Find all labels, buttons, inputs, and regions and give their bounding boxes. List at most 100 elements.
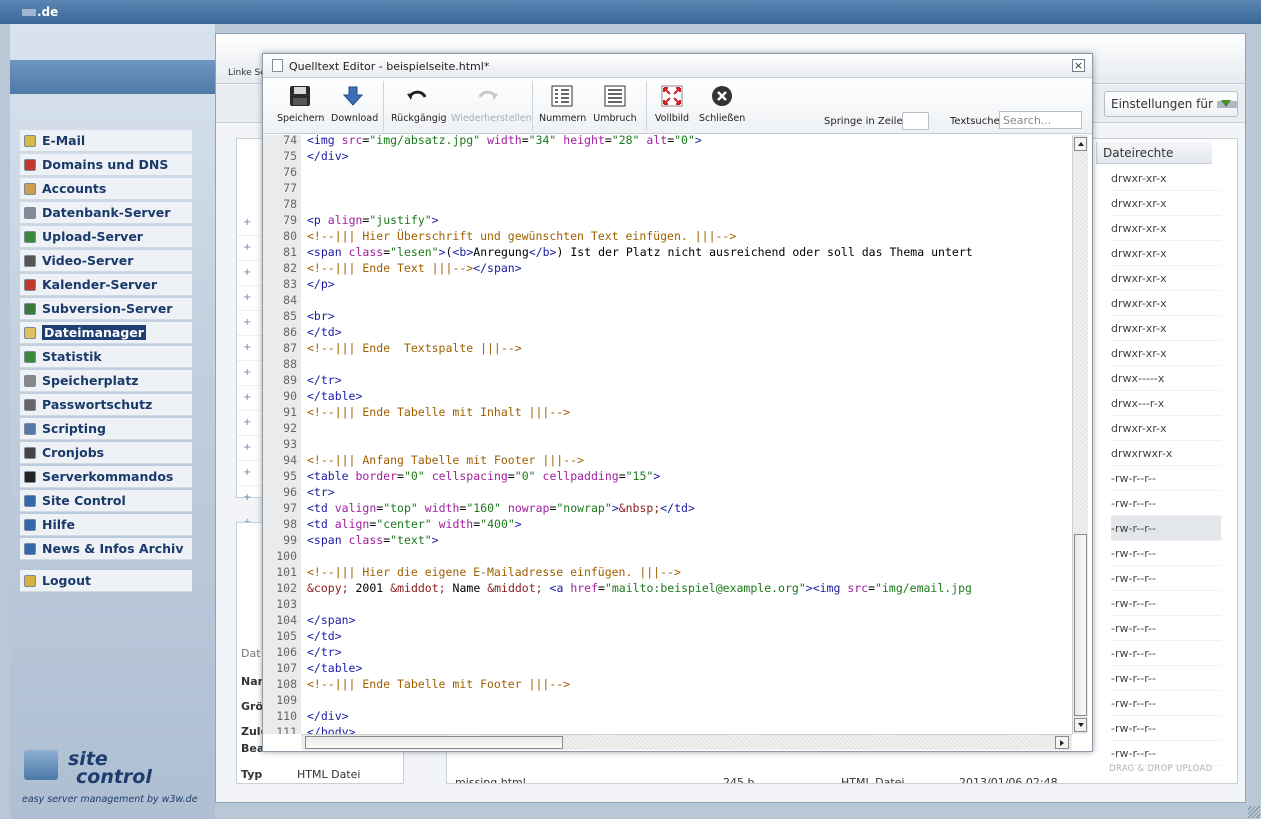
scroll-up-button[interactable]: [1074, 137, 1087, 151]
code-line[interactable]: 97 <td valign="top" width="160" nowrap="n…: [263, 500, 1072, 516]
file-permission[interactable]: drwxr-xr-x: [1111, 291, 1221, 316]
editor-titlebar[interactable]: Quelltext Editor - beispielseite.html* ×: [263, 54, 1092, 78]
sidebar-item-subversion-server[interactable]: Subversion-Server: [20, 298, 192, 320]
file-permission[interactable]: drwxr-xr-x: [1111, 166, 1221, 191]
code-line[interactable]: 103: [263, 596, 1072, 612]
code-line[interactable]: 109: [263, 692, 1072, 708]
file-permission[interactable]: drwxr-xr-x: [1111, 341, 1221, 366]
sidebar-item-datenbank-server[interactable]: Datenbank-Server: [20, 202, 192, 224]
scroll-right-button[interactable]: [1055, 736, 1069, 749]
code-line[interactable]: 75 </div>: [263, 148, 1072, 164]
file-permission[interactable]: drwxr-xr-x: [1111, 416, 1221, 441]
file-permission[interactable]: -rw-r--r--: [1111, 616, 1221, 641]
file-permission[interactable]: drwxr-xr-x: [1111, 316, 1221, 341]
code-line[interactable]: 74 <img src="img/absatz.jpg" width="34" h…: [263, 135, 1072, 148]
scroll-down-button[interactable]: [1074, 718, 1087, 732]
horizontal-scrollbar[interactable]: [301, 734, 1072, 750]
code-line[interactable]: 93: [263, 436, 1072, 452]
undo-button[interactable]: Rückgängig: [391, 85, 447, 124]
left-side-button-label[interactable]: Linke Se: [228, 68, 266, 78]
sidebar-item-serverkommandos[interactable]: Serverkommandos: [20, 466, 192, 488]
file-permission[interactable]: drwx-----x: [1111, 366, 1221, 391]
code-line[interactable]: 101 <!--||| Hier die eigene E-Mailadresse…: [263, 564, 1072, 580]
vertical-scroll-thumb[interactable]: [1074, 534, 1087, 716]
vertical-scrollbar[interactable]: [1072, 135, 1088, 734]
code-editor[interactable]: 74 <img src="img/absatz.jpg" width="34" h…: [263, 135, 1072, 734]
code-line[interactable]: 85 <br>: [263, 308, 1072, 324]
sidebar-item-cronjobs[interactable]: Cronjobs: [20, 442, 192, 464]
file-permission[interactable]: -rw-r--r--: [1111, 716, 1221, 741]
file-permission[interactable]: drwxr-xr-x: [1111, 216, 1221, 241]
sidebar-item-scripting[interactable]: Scripting: [20, 418, 192, 440]
code-line[interactable]: 81 <span class="lesen">(<b>Anregung</b>) …: [263, 244, 1072, 260]
code-line[interactable]: 100: [263, 548, 1072, 564]
code-line[interactable]: 107 </table>: [263, 660, 1072, 676]
code-line[interactable]: 76: [263, 164, 1072, 180]
code-line[interactable]: 110 </div>: [263, 708, 1072, 724]
file-name[interactable]: missing.html: [455, 776, 526, 783]
code-line[interactable]: 99 <span class="text">: [263, 532, 1072, 548]
sidebar-item-video-server[interactable]: Video-Server: [20, 250, 192, 272]
goto-line-input[interactable]: [902, 112, 929, 130]
code-line[interactable]: 86 </td>: [263, 324, 1072, 340]
settings-dropdown[interactable]: Einstellungen für: [1104, 91, 1238, 117]
file-permission[interactable]: drwxr-xr-x: [1111, 241, 1221, 266]
code-line[interactable]: 96 <tr>: [263, 484, 1072, 500]
sidebar-item-speicherplatz[interactable]: Speicherplatz: [20, 370, 192, 392]
fullscreen-button[interactable]: Vollbild: [651, 85, 693, 124]
file-permission[interactable]: -rw-r--r--: [1111, 566, 1221, 591]
resize-grip[interactable]: [1248, 806, 1260, 818]
horizontal-scroll-thumb[interactable]: [305, 736, 563, 749]
sidebar-item-statistik[interactable]: Statistik: [20, 346, 192, 368]
code-line[interactable]: 82 <!--||| Ende Text |||--></span>: [263, 260, 1072, 276]
sidebar-item-site-control[interactable]: Site Control: [20, 490, 192, 512]
file-permission[interactable]: -rw-r--r--: [1111, 491, 1221, 516]
sidebar-item-dateimanager[interactable]: Dateimanager: [20, 322, 192, 344]
close-editor-button[interactable]: Schließen: [699, 85, 745, 124]
file-permission[interactable]: -rw-r--r--: [1111, 516, 1221, 541]
sidebar-item-e-mail[interactable]: E-Mail: [20, 130, 192, 152]
code-line[interactable]: 80 <!--||| Hier Überschrift und gewünscht…: [263, 228, 1072, 244]
file-permission[interactable]: -rw-r--r--: [1111, 466, 1221, 491]
code-line[interactable]: 91 <!--||| Ende Tabelle mit Inhalt |||-->: [263, 404, 1072, 420]
sidebar-item-kalender-server[interactable]: Kalender-Server: [20, 274, 192, 296]
code-line[interactable]: 105 </td>: [263, 628, 1072, 644]
code-line[interactable]: 77: [263, 180, 1072, 196]
code-line[interactable]: 84: [263, 292, 1072, 308]
sidebar-item-accounts[interactable]: Accounts: [20, 178, 192, 200]
code-line[interactable]: 108 <!--||| Ende Tabelle mit Footer |||--…: [263, 676, 1072, 692]
code-line[interactable]: 102 &copy; 2001 &middot; Name &middot; <a…: [263, 580, 1072, 596]
sidebar-item-logout[interactable]: Logout: [20, 570, 192, 592]
redo-button[interactable]: Wiederherstellen: [451, 85, 532, 124]
sidebar-item-passwortschutz[interactable]: Passwortschutz: [20, 394, 192, 416]
file-permission[interactable]: -rw-r--r--: [1111, 541, 1221, 566]
file-permission[interactable]: drwxr-xr-x: [1111, 191, 1221, 216]
code-line[interactable]: 94 <!--||| Anfang Tabelle mit Footer |||-…: [263, 452, 1072, 468]
code-line[interactable]: 98 <td align="center" width="400">: [263, 516, 1072, 532]
code-line[interactable]: 90 </table>: [263, 388, 1072, 404]
code-line[interactable]: 79 <p align="justify">: [263, 212, 1072, 228]
code-line[interactable]: 87 <!--||| Ende Textspalte |||-->: [263, 340, 1072, 356]
code-line[interactable]: 92: [263, 420, 1072, 436]
code-line[interactable]: 111 </body>: [263, 724, 1072, 734]
code-line[interactable]: 78: [263, 196, 1072, 212]
code-line[interactable]: 104 </span>: [263, 612, 1072, 628]
file-permission[interactable]: drwx---r-x: [1111, 391, 1221, 416]
file-permission[interactable]: -rw-r--r--: [1111, 591, 1221, 616]
code-line[interactable]: 83 </p>: [263, 276, 1072, 292]
close-window-button[interactable]: ×: [1072, 59, 1085, 72]
code-line[interactable]: 89 </tr>: [263, 372, 1072, 388]
file-permission[interactable]: drwxrwxr-x: [1111, 441, 1221, 466]
sidebar-item-hilfe[interactable]: Hilfe: [20, 514, 192, 536]
code-line[interactable]: 88: [263, 356, 1072, 372]
file-permission[interactable]: drwxr-xr-x: [1111, 266, 1221, 291]
file-permission[interactable]: -rw-r--r--: [1111, 691, 1221, 716]
file-permission[interactable]: -rw-r--r--: [1111, 666, 1221, 691]
word-wrap-button[interactable]: Umbruch: [593, 85, 637, 124]
file-permission[interactable]: -rw-r--r--: [1111, 641, 1221, 666]
line-numbers-button[interactable]: Nummern: [539, 85, 586, 124]
file-permission[interactable]: -rw-r--r--: [1111, 741, 1221, 766]
save-button[interactable]: Speichern: [277, 85, 324, 124]
sidebar-item-domains-und-dns[interactable]: Domains und DNS: [20, 154, 192, 176]
download-button[interactable]: Download: [331, 85, 378, 124]
